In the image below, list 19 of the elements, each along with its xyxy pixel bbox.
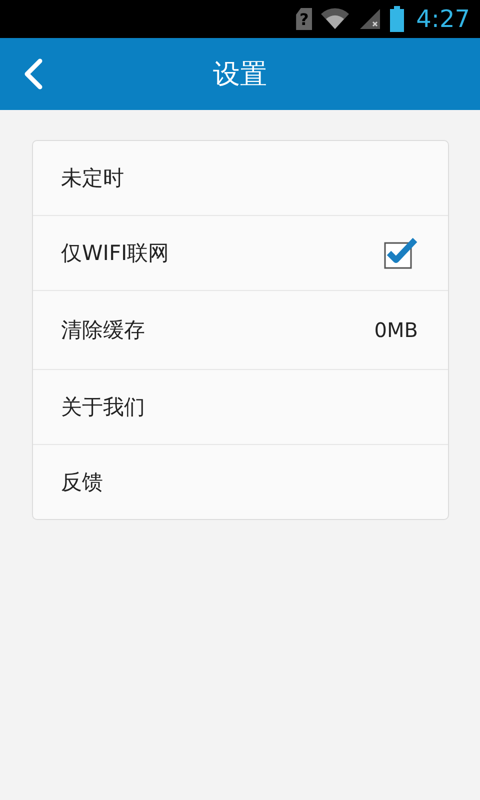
wifi-signal-icon xyxy=(320,7,350,31)
settings-item[interactable]: 反馈 xyxy=(33,444,448,519)
clock: 4:27 xyxy=(416,5,470,33)
item-label: 关于我们 xyxy=(61,394,145,421)
settings-item[interactable]: 关于我们 xyxy=(33,369,448,444)
battery-icon xyxy=(390,6,404,32)
item-label: 仅WIFI联网 xyxy=(61,240,170,267)
item-label: 清除缓存 xyxy=(61,317,145,344)
cache-size: 0MB xyxy=(374,318,418,342)
item-label: 未定时 xyxy=(61,165,124,192)
checkbox[interactable] xyxy=(384,237,418,269)
back-icon[interactable] xyxy=(22,58,44,90)
settings-item[interactable]: 仅WIFI联网 xyxy=(33,215,448,290)
item-label: 反馈 xyxy=(61,469,103,496)
sim-card-icon: ? xyxy=(296,8,312,30)
settings-item[interactable]: 清除缓存 0MB xyxy=(33,290,448,369)
settings-item[interactable]: 未定时 xyxy=(33,141,448,215)
page-title: 设置 xyxy=(213,58,267,92)
cell-signal-icon xyxy=(358,7,382,31)
